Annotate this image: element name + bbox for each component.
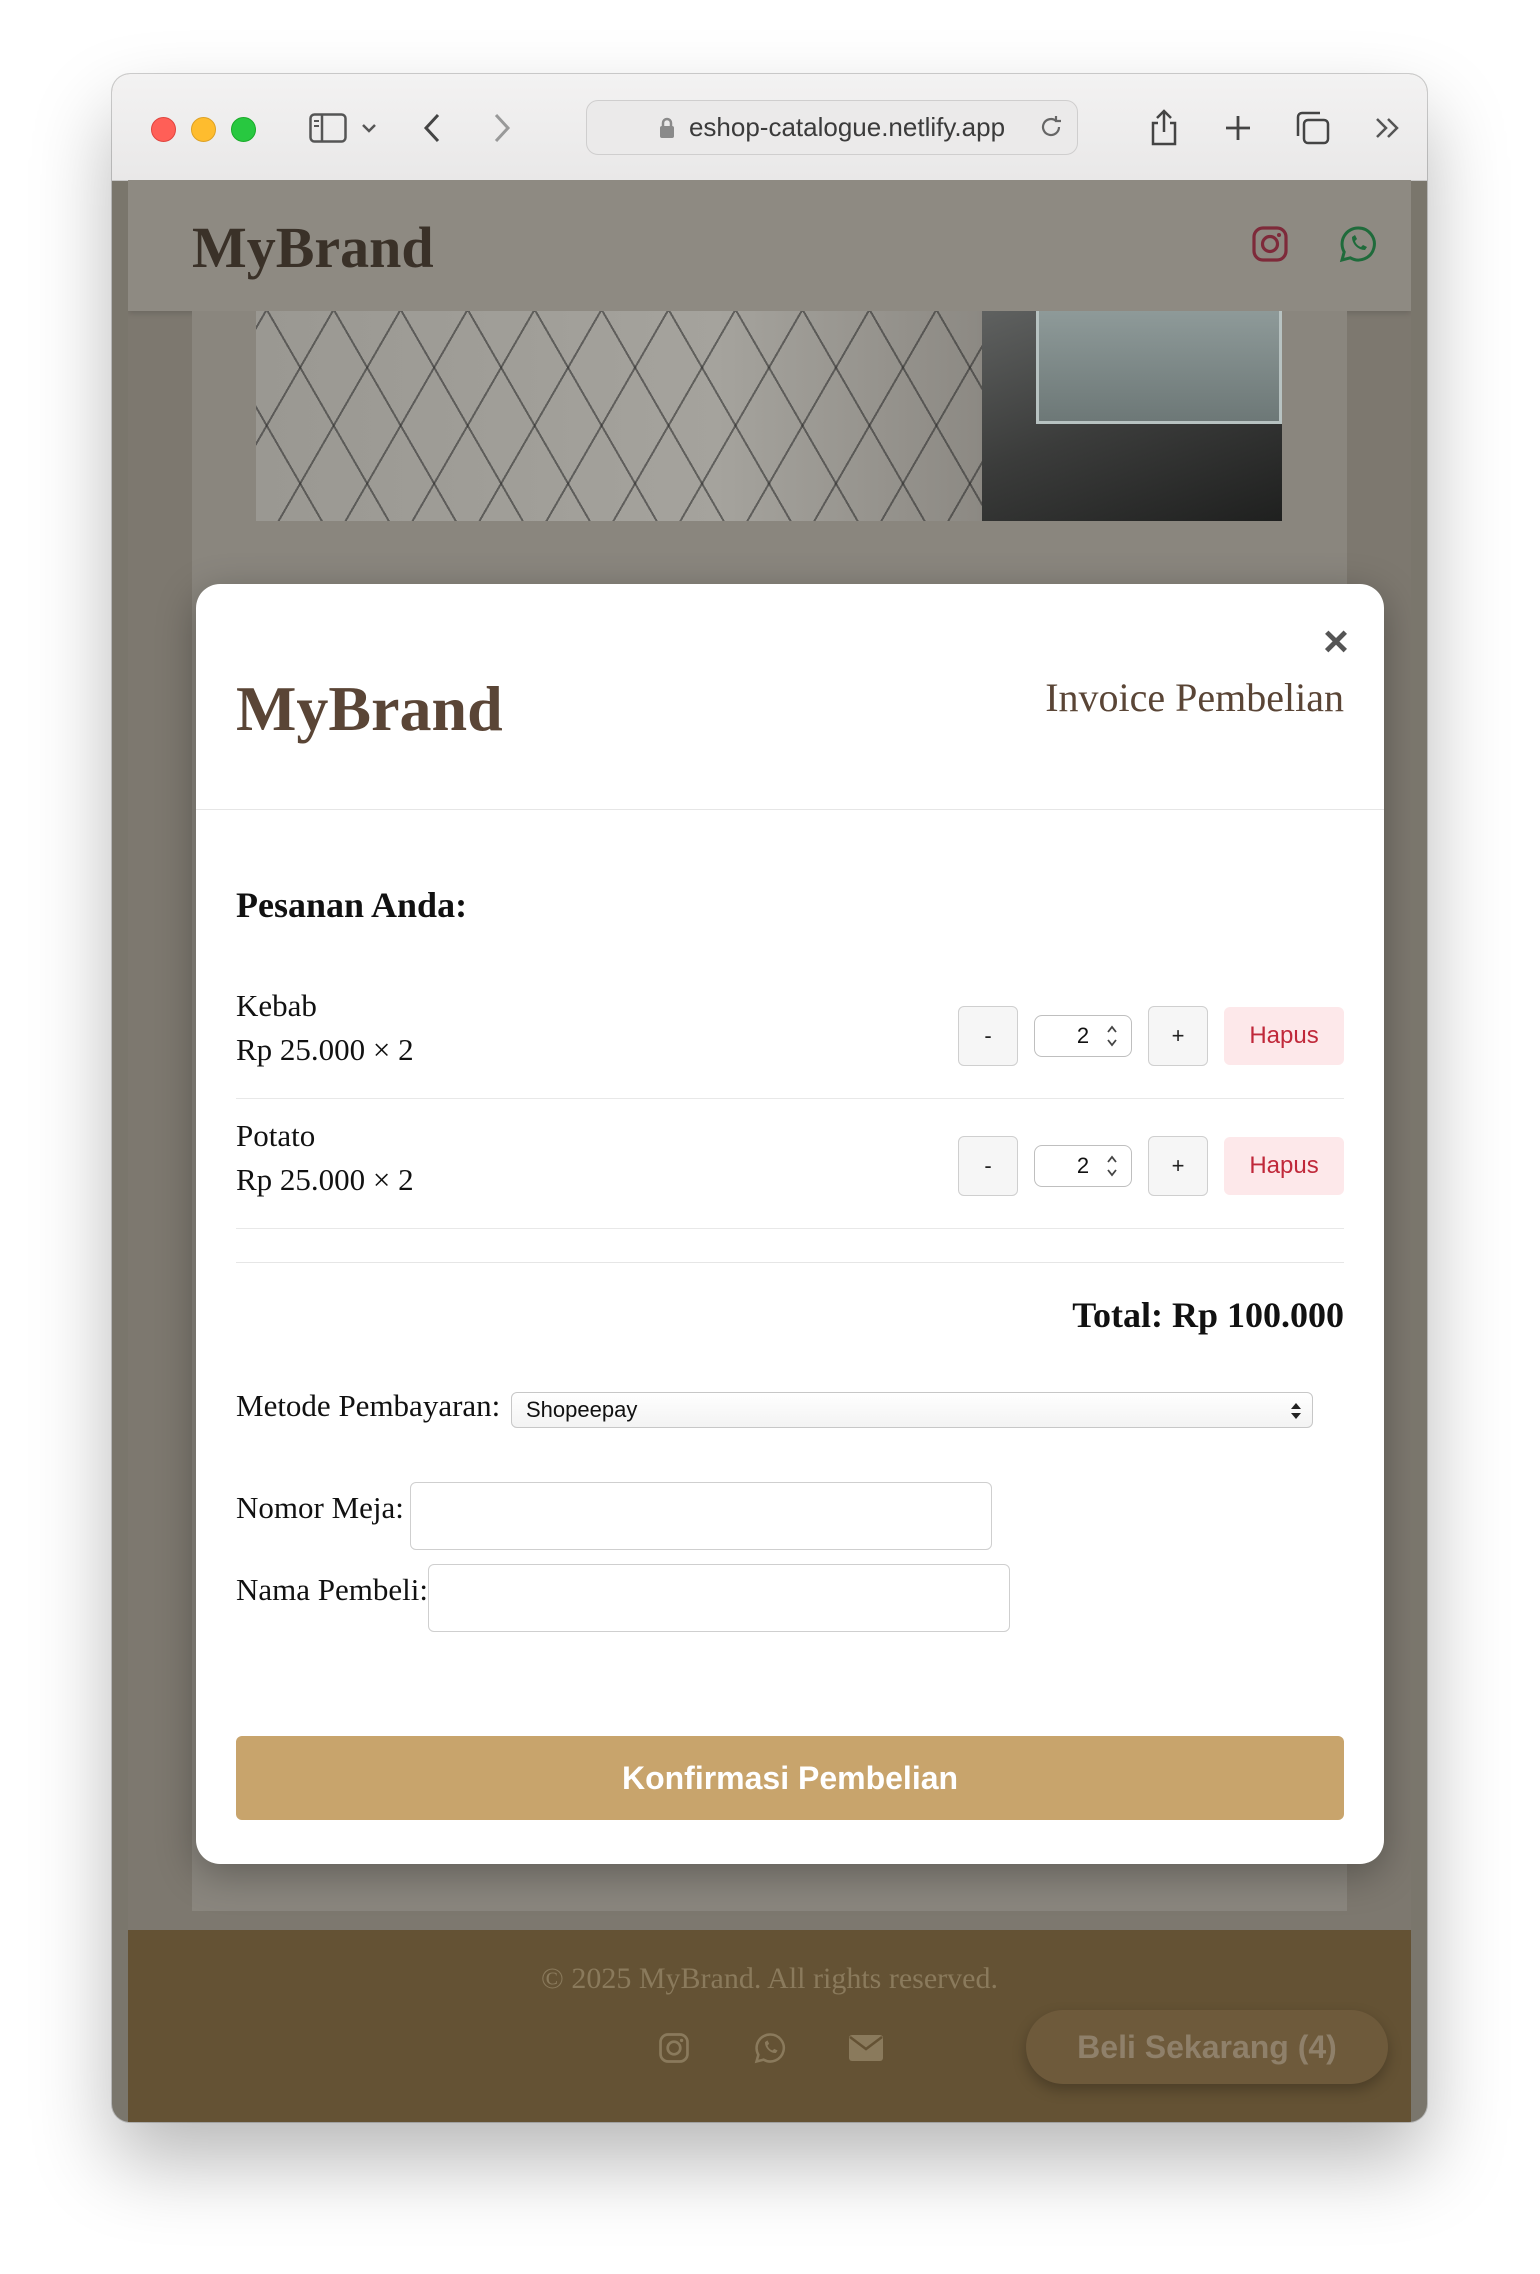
store-photo [256,311,1282,521]
buyer-name-input[interactable] [428,1564,1010,1632]
lock-icon [659,117,675,139]
tab-overview-icon[interactable] [1290,106,1334,150]
address-bar[interactable]: eshop-catalogue.netlify.app [586,100,1078,155]
footer-copyright: © 2025 MyBrand. All rights reserved. [541,1962,998,1995]
back-arrow-icon[interactable] [410,106,454,150]
decrease-qty-button[interactable]: - [958,1136,1018,1196]
confirm-purchase-button[interactable]: Konfirmasi Pembelian [236,1736,1344,1820]
modal-divider [196,809,1384,810]
chevron-down-icon[interactable] [354,106,384,150]
instagram-icon[interactable] [652,2026,696,2070]
forward-arrow-icon[interactable] [480,106,524,150]
remove-item-button[interactable]: Hapus [1224,1137,1344,1195]
decrease-qty-button[interactable]: - [958,1006,1018,1066]
order-section-title: Pesanan Anda: [236,885,468,925]
site-logo[interactable]: MyBrand [192,214,434,281]
quantity-input[interactable]: 2 [1034,1145,1132,1187]
sidebar-toggle-icon[interactable] [306,106,350,150]
new-tab-icon[interactable] [1216,106,1260,150]
modal-brand: MyBrand [236,673,503,744]
select-arrows-icon [1290,1400,1302,1422]
item-name: Kebab [236,988,317,1023]
modal-title: Invoice Pembelian [1045,675,1344,720]
payment-method-select[interactable]: Shopeepay [511,1392,1313,1428]
item-name: Potato [236,1118,316,1153]
buyer-name-label: Nama Pembeli: [236,1572,428,1607]
web-page: MyBrand © 2025 MyBrand. All rights reser… [128,180,1411,2122]
share-icon[interactable] [1142,106,1186,150]
quantity-value: 2 [1076,1153,1090,1178]
buy-now-button[interactable]: Beli Sekarang (4) [1026,2010,1388,2084]
order-item: Potato Rp 25.000 × 2 - 2 + Hapus [236,1098,1344,1229]
zoom-window-button[interactable] [231,117,256,142]
instagram-icon[interactable] [1246,220,1294,268]
item-price: Rp 25.000 × 2 [236,1032,414,1067]
increase-qty-button[interactable]: + [1148,1136,1208,1196]
site-footer: © 2025 MyBrand. All rights reserved. Bel… [128,1930,1411,2122]
reload-icon[interactable] [1037,113,1065,141]
table-number-input[interactable] [410,1482,992,1550]
close-icon[interactable]: × [1316,620,1356,664]
url-text: eshop-catalogue.netlify.app [688,112,1006,142]
total-divider [236,1262,1344,1263]
minimize-window-button[interactable] [191,117,216,142]
order-item: Kebab Rp 25.000 × 2 - 2 + Hapus [236,968,1344,1099]
order-total: Total: Rp 100.000 [1072,1295,1344,1335]
table-number-label: Nomor Meja: [236,1490,404,1525]
site-header: MyBrand [128,180,1411,311]
stepper-arrows-icon[interactable] [1105,1152,1119,1180]
whatsapp-icon[interactable] [748,2026,792,2070]
item-price: Rp 25.000 × 2 [236,1162,414,1197]
payment-method-value: Shopeepay [526,1397,638,1422]
envelope-icon[interactable] [844,2026,888,2070]
remove-item-button[interactable]: Hapus [1224,1007,1344,1065]
close-window-button[interactable] [151,117,176,142]
quantity-value: 2 [1076,1023,1090,1048]
more-chevrons-icon[interactable] [1366,106,1410,150]
increase-qty-button[interactable]: + [1148,1006,1208,1066]
payment-method-label: Metode Pembayaran: [236,1388,501,1423]
quantity-input[interactable]: 2 [1034,1015,1132,1057]
invoice-modal: × MyBrand Invoice Pembelian Pesanan Anda… [196,584,1384,1864]
browser-toolbar: eshop-catalogue.netlify.app [112,74,1427,181]
whatsapp-icon[interactable] [1334,220,1382,268]
browser-window: eshop-catalogue.netlify.app MyBrand © 20… [112,74,1427,2122]
stepper-arrows-icon[interactable] [1105,1022,1119,1050]
